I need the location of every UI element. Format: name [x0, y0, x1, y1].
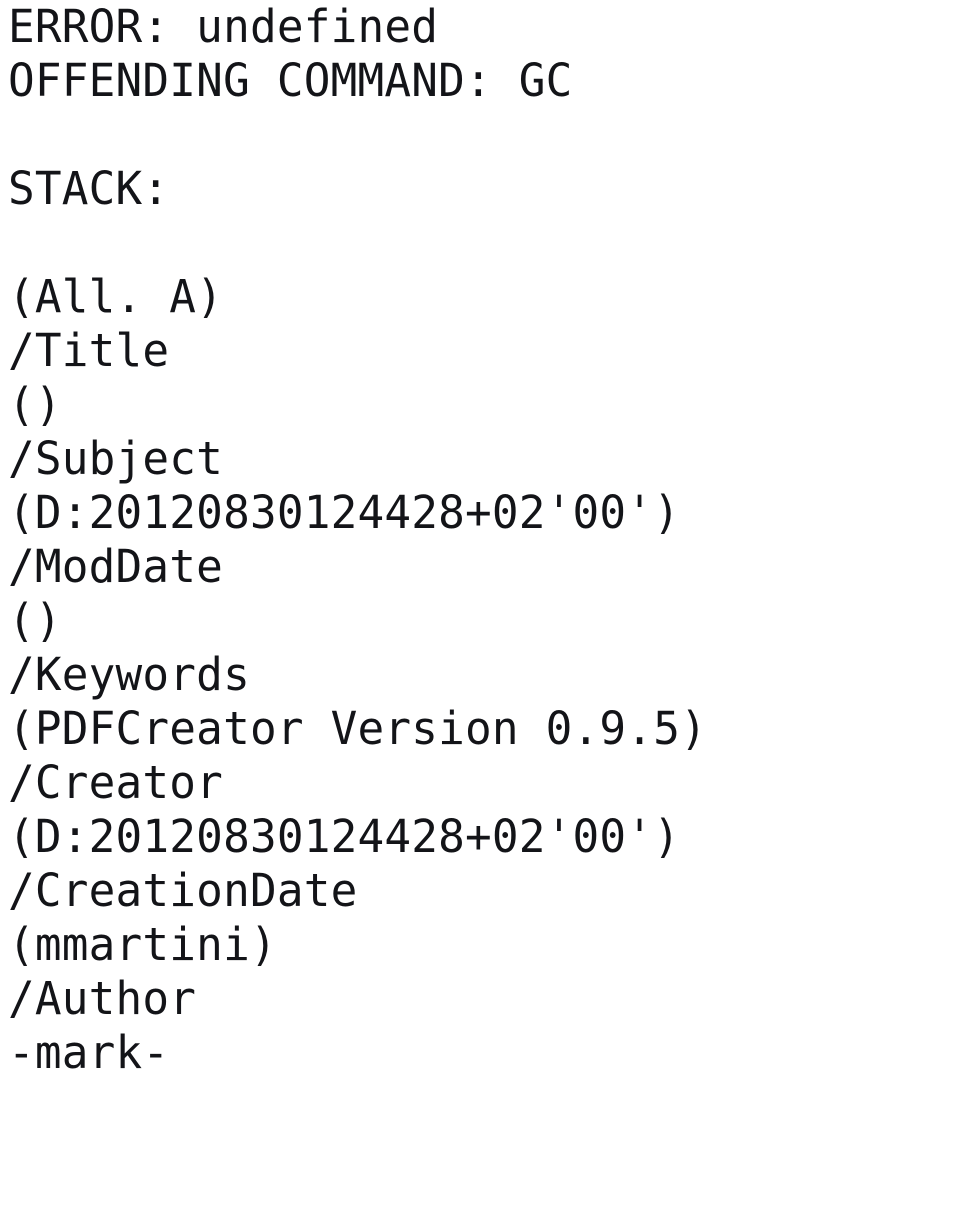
stack-heading: STACK: [8, 162, 170, 215]
postscript-error-page: ERROR: undefined OFFENDING COMMAND: GC S… [0, 0, 960, 1221]
stack-line-moddate-key: /ModDate [8, 540, 224, 593]
error-line: ERROR: undefined [8, 0, 439, 53]
stack-line-creationdate-value: (D:20120830124428+02'00') [8, 810, 681, 863]
stack-line-creator-key: /Creator [8, 756, 224, 809]
stack-line-keywords-key: /Keywords [8, 648, 250, 701]
stack-line-author-key: /Author [8, 972, 197, 1025]
stack-line-subject-key: /Subject [8, 432, 224, 485]
stack-line-creator-value: (PDFCreator Version 0.9.5) [8, 702, 707, 755]
stack-line-mark: -mark- [8, 1026, 170, 1079]
stack-line-moddate-value: (D:20120830124428+02'00') [8, 486, 681, 539]
spacer-line-1 [8, 108, 946, 162]
stack-line-subject-value: () [8, 378, 62, 431]
spacer-line-2 [8, 216, 946, 270]
offending-command-line: OFFENDING COMMAND: GC [8, 54, 573, 107]
stack-line-keywords-value: () [8, 594, 62, 647]
stack-line-title-key: /Title [8, 324, 170, 377]
stack-line-creationdate-key: /CreationDate [8, 864, 358, 917]
stack-line-title-value: (All. A) [8, 270, 224, 323]
error-report-text: ERROR: undefined OFFENDING COMMAND: GC S… [8, 0, 960, 1080]
stack-line-author-value: (mmartini) [8, 918, 277, 971]
